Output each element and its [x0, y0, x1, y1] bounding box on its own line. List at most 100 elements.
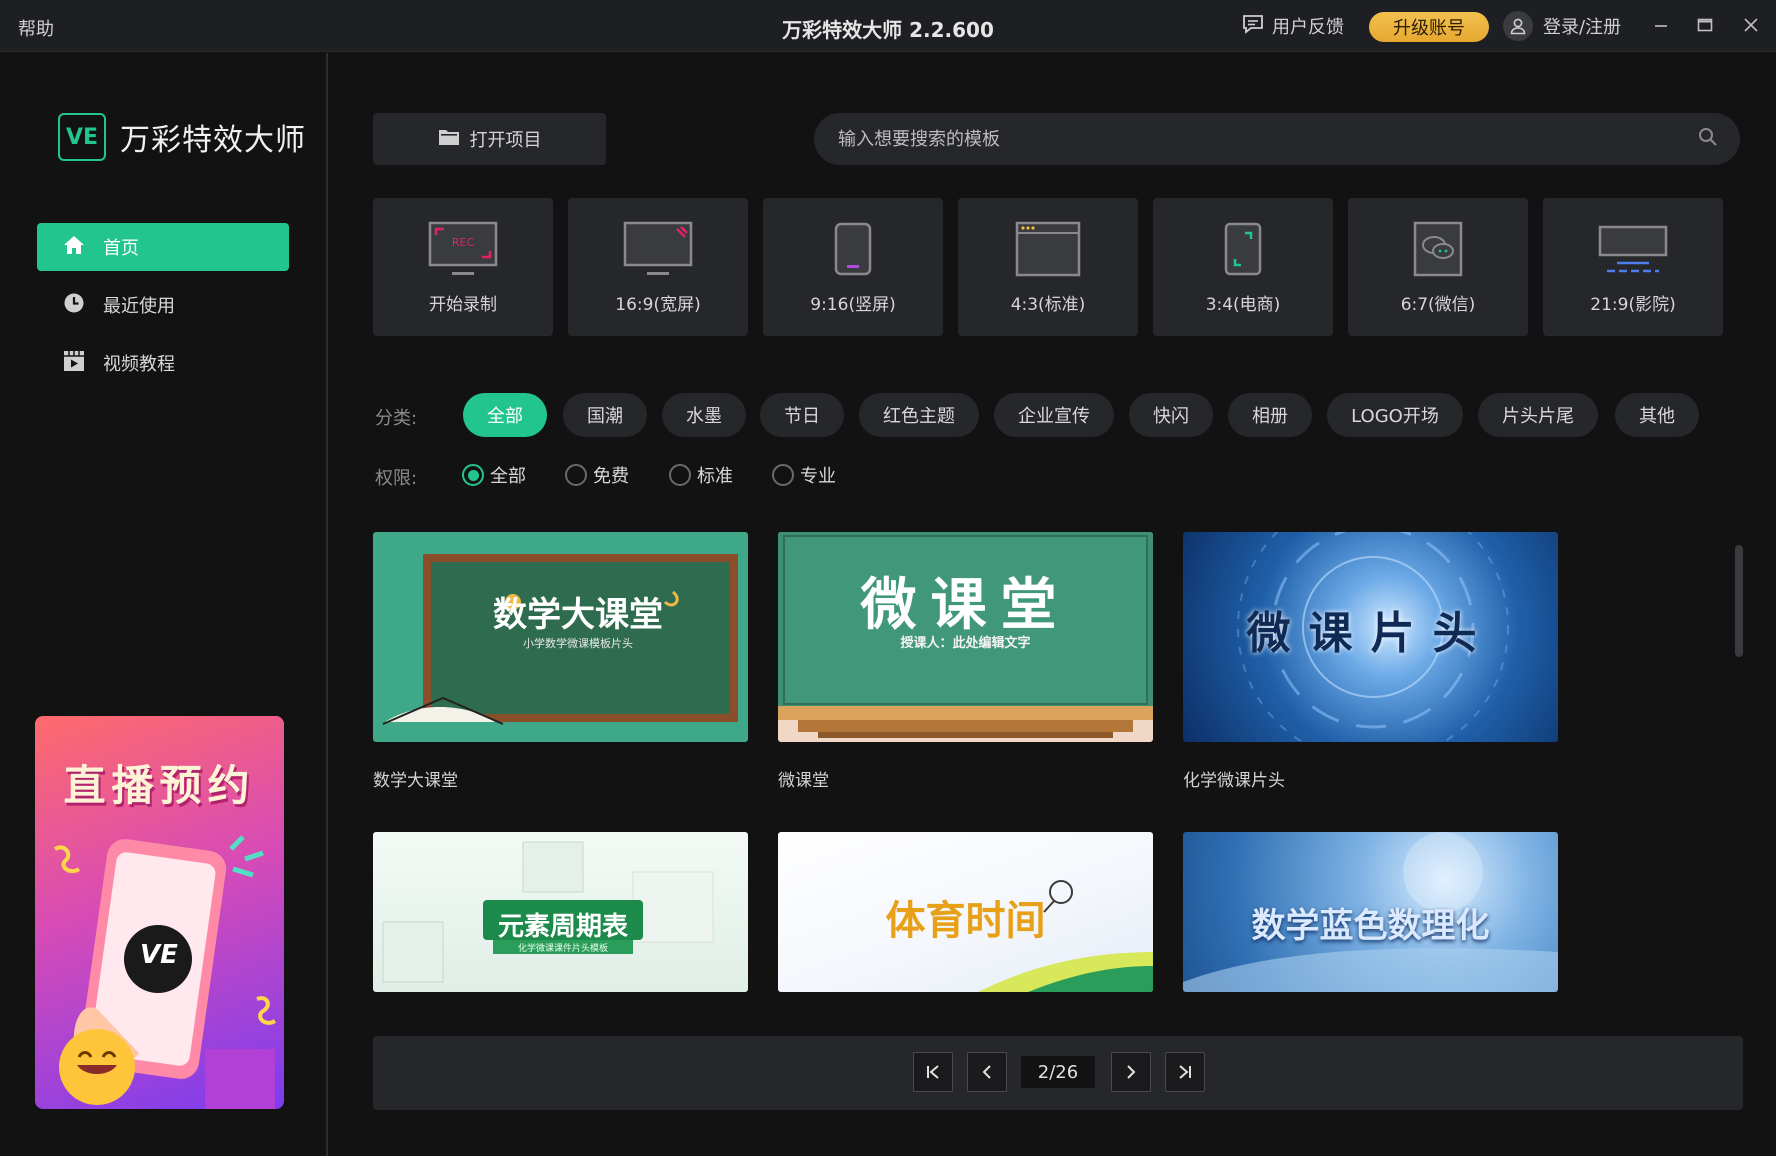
template-thumbnail[interactable]: 数学大课堂 小学数学微课模板片头 — [373, 532, 748, 742]
sidebar-item-label: 最近使用 — [103, 296, 175, 317]
category-chip-other[interactable]: 其他 — [1615, 393, 1699, 437]
ratio-label: 9:16(竖屏) — [810, 295, 896, 315]
category-chip-flash[interactable]: 快闪 — [1129, 393, 1213, 437]
thumb-title: 微课堂 — [860, 573, 1071, 638]
permission-radio-free[interactable]: 免费 — [565, 462, 629, 488]
category-chip-logo-intro[interactable]: LOGO开场 — [1327, 393, 1463, 437]
last-page-button[interactable] — [1165, 1052, 1205, 1092]
widescreen-monitor-icon — [623, 220, 693, 278]
page-indicator: 2/26 — [1021, 1056, 1095, 1088]
template-card[interactable]: 体育时间 — [778, 832, 1153, 992]
ratio-label: 6:7(微信) — [1400, 295, 1476, 315]
maximize-button[interactable] — [1690, 10, 1720, 40]
chevron-left-icon — [982, 1065, 991, 1079]
permission-filter-label: 权限: — [375, 468, 418, 489]
first-page-icon — [927, 1065, 939, 1079]
feedback-button[interactable]: 用户反馈 — [1242, 12, 1344, 40]
template-name: 微课堂 — [778, 771, 829, 791]
user-avatar-icon — [1503, 11, 1533, 41]
content-scrollbar[interactable] — [1735, 545, 1743, 657]
sidebar: VE 万彩特效大师 首页 最近使用 视频教程 直播预约 VE — [0, 53, 328, 1156]
sidebar-item-home[interactable]: 首页 — [37, 223, 289, 271]
ratio-label: 3:4(电商) — [1205, 295, 1281, 315]
ratio-6-7-card[interactable]: 6:7(微信) — [1348, 198, 1528, 336]
category-chip-intro-outro[interactable]: 片头片尾 — [1478, 393, 1598, 437]
standard-window-icon — [1015, 220, 1081, 278]
title-bar: 帮助 万彩特效大师 2.2.600 用户反馈 升级账号 登录/注册 — [0, 0, 1776, 52]
promo-badge-text: VE — [140, 940, 178, 970]
record-screen-icon: REC — [428, 220, 498, 278]
maximize-icon — [1697, 18, 1713, 32]
ratio-9-16-card[interactable]: 9:16(竖屏) — [763, 198, 943, 336]
thumb-title: 元素周期表 — [497, 912, 628, 942]
category-chip-guochao[interactable]: 国潮 — [563, 393, 647, 437]
permission-radio-all[interactable]: 全部 — [462, 462, 526, 488]
category-chip-all[interactable]: 全部 — [463, 393, 547, 437]
ratio-21-9-card[interactable]: 21:9(影院) — [1543, 198, 1723, 336]
thumb-title: 数学蓝色数理化 — [1251, 906, 1490, 946]
search-input[interactable] — [838, 128, 1698, 150]
close-icon — [1744, 18, 1758, 32]
wechat-icon — [1413, 220, 1463, 278]
template-thumbnail[interactable]: 微课堂 授课人：此处编辑文字 — [778, 532, 1153, 742]
video-tutorial-icon — [63, 350, 85, 377]
close-button[interactable] — [1736, 10, 1766, 40]
template-thumbnail[interactable]: 体育时间 — [778, 832, 1153, 992]
template-card[interactable]: 数学大课堂 小学数学微课模板片头 数学大课堂 — [373, 532, 748, 791]
category-chip-red-theme[interactable]: 红色主题 — [859, 393, 979, 437]
permission-radio-pro[interactable]: 专业 — [772, 462, 836, 488]
radio-indicator — [772, 464, 794, 486]
login-label: 登录/注册 — [1543, 17, 1622, 38]
template-name: 化学微课片头 — [1183, 771, 1285, 791]
next-page-button[interactable] — [1111, 1052, 1151, 1092]
sidebar-item-tutorials[interactable]: 视频教程 — [37, 339, 289, 387]
app-logo: VE 万彩特效大师 — [58, 113, 306, 161]
ratio-label: 开始录制 — [429, 295, 497, 315]
category-filter-label: 分类: — [375, 408, 418, 429]
template-card[interactable]: 元素周期表 化学微课课件片头模板 — [373, 832, 748, 992]
template-thumbnail[interactable]: 微课片头 — [1183, 532, 1558, 742]
home-icon — [63, 235, 85, 260]
minimize-button[interactable] — [1646, 10, 1676, 40]
search-icon[interactable] — [1698, 127, 1718, 151]
template-thumbnail[interactable]: 元素周期表 化学微课课件片头模板 — [373, 832, 748, 992]
category-chip-festival[interactable]: 节日 — [760, 393, 844, 437]
template-card[interactable]: 数学蓝色数理化 — [1183, 832, 1558, 992]
template-card[interactable]: 微课片头 化学微课片头 — [1183, 532, 1558, 791]
promo-title: 直播预约 — [63, 761, 256, 810]
category-chip-album[interactable]: 相册 — [1228, 393, 1312, 437]
sidebar-item-recent[interactable]: 最近使用 — [37, 281, 289, 329]
open-project-button[interactable]: 打开项目 — [373, 113, 606, 165]
radio-indicator — [565, 464, 587, 486]
ratio-label: 4:3(标准) — [1010, 295, 1086, 315]
help-menu[interactable]: 帮助 — [18, 15, 54, 41]
open-project-label: 打开项目 — [469, 130, 542, 151]
chevron-right-icon — [1127, 1065, 1136, 1079]
template-thumbnail[interactable]: 数学蓝色数理化 — [1183, 832, 1558, 992]
permission-radio-standard[interactable]: 标准 — [669, 462, 733, 488]
last-page-icon — [1179, 1065, 1191, 1079]
template-search-box — [814, 113, 1740, 165]
feedback-icon — [1242, 14, 1264, 39]
radio-indicator — [669, 464, 691, 486]
first-page-button[interactable] — [913, 1052, 953, 1092]
start-recording-card[interactable]: REC 开始录制 — [373, 198, 553, 336]
logo-mark: VE — [58, 113, 106, 161]
ratio-4-3-card[interactable]: 4:3(标准) — [958, 198, 1138, 336]
thumb-title: 数学大课堂 — [493, 595, 663, 635]
template-card[interactable]: 微课堂 授课人：此处编辑文字 微课堂 — [778, 532, 1153, 791]
ratio-label: 21:9(影院) — [1590, 295, 1676, 315]
upgrade-account-button[interactable]: 升级账号 — [1369, 12, 1489, 42]
sidebar-item-label: 视频教程 — [103, 354, 175, 375]
category-chip-corporate[interactable]: 企业宣传 — [994, 393, 1114, 437]
login-register-button[interactable]: 登录/注册 — [1503, 10, 1621, 42]
radio-label: 免费 — [593, 466, 629, 487]
live-reservation-banner[interactable]: 直播预约 VE — [35, 716, 284, 1109]
previous-page-button[interactable] — [967, 1052, 1007, 1092]
template-name: 数学大课堂 — [373, 771, 458, 791]
sidebar-item-label: 首页 — [103, 238, 139, 259]
ratio-3-4-card[interactable]: 3:4(电商) — [1153, 198, 1333, 336]
category-chip-ink[interactable]: 水墨 — [662, 393, 746, 437]
clock-icon — [63, 292, 85, 319]
ratio-16-9-card[interactable]: 16:9(宽屏) — [568, 198, 748, 336]
